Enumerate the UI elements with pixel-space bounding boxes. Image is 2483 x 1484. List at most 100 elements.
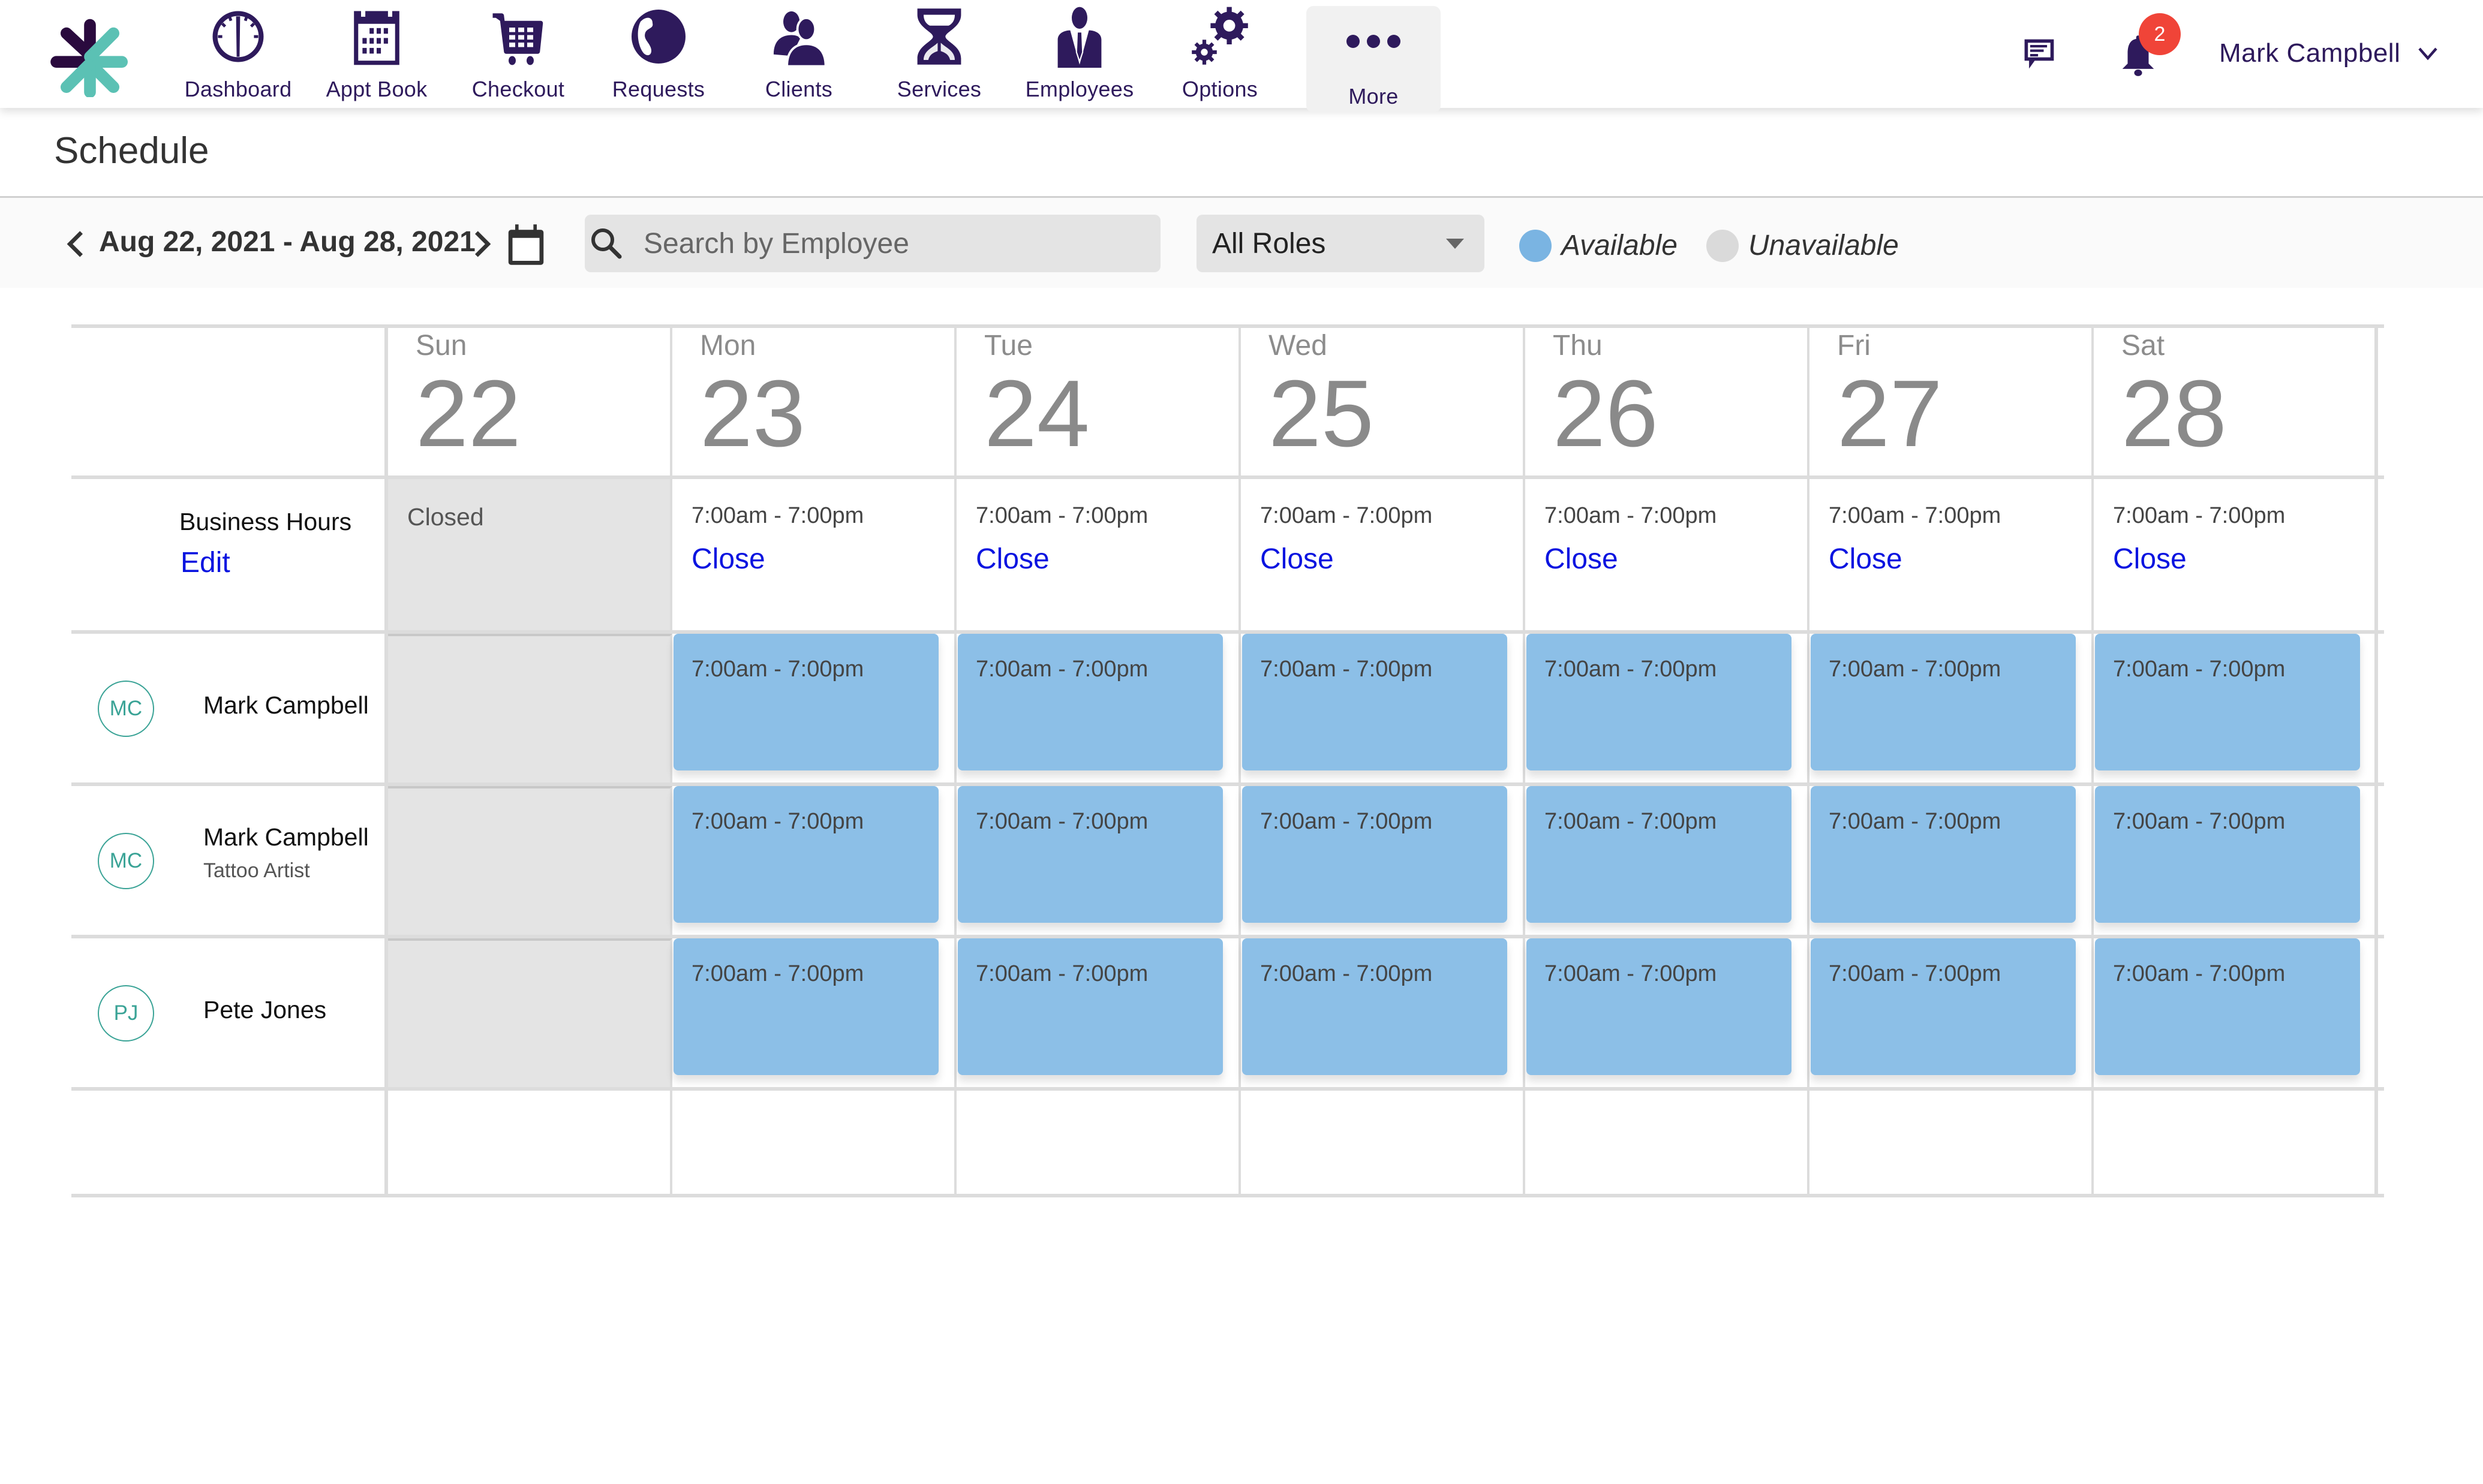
close-day-link[interactable]: Close	[2113, 543, 2187, 576]
roles-dropdown[interactable]: All Roles	[1197, 215, 1484, 272]
shift-block[interactable]: 7:00am - 7:00pm	[1811, 938, 2076, 1075]
day-number: 24	[984, 361, 1090, 466]
day-of-week: Sat	[2121, 330, 2165, 362]
employee-label-cell[interactable]: MC Mark Campbell	[71, 634, 388, 782]
shift-block[interactable]: 7:00am - 7:00pm	[2095, 634, 2360, 770]
user-menu[interactable]: Mark Campbell	[2219, 38, 2440, 68]
shift-cell[interactable]: 7:00am - 7:00pm	[1809, 938, 2094, 1087]
messages-icon[interactable]	[2020, 36, 2058, 72]
nav-label: Employees	[1025, 77, 1134, 101]
business-hours-time: 7:00am - 7:00pm	[1260, 503, 1433, 528]
prev-week-chevron-icon[interactable]	[65, 229, 86, 259]
nav-item-services[interactable]: Services	[873, 0, 1005, 108]
shift-block[interactable]: 7:00am - 7:00pm	[1811, 634, 2076, 770]
business-hours-time: 7:00am - 7:00pm	[1544, 503, 1717, 528]
unavailable-dot-icon	[1706, 229, 1739, 262]
schedule-toolbar: Aug 22, 2021 - Aug 28, 2021 All Roles Av…	[0, 196, 2483, 288]
nav-item-clients[interactable]: Clients	[733, 0, 865, 108]
shift-time: 7:00am - 7:00pm	[2113, 809, 2286, 834]
shift-block[interactable]: 7:00am - 7:00pm	[1242, 938, 1507, 1075]
day-of-week: Fri	[1837, 330, 1871, 362]
shift-cell[interactable]: 7:00am - 7:00pm	[1241, 938, 1525, 1087]
dashboard-gauge-icon	[205, 4, 271, 70]
business-hours-cell: 7:00am - 7:00pm Close	[1525, 479, 1809, 630]
day-number: 26	[1553, 361, 1658, 466]
shift-cell[interactable]: 7:00am - 7:00pm	[1525, 938, 1809, 1087]
shift-block[interactable]: 7:00am - 7:00pm	[958, 786, 1223, 923]
shift-cell[interactable]: 7:00am - 7:00pm	[672, 634, 957, 782]
chevron-down-icon	[2418, 47, 2438, 61]
day-number: 25	[1268, 361, 1374, 466]
shift-cell[interactable]: 7:00am - 7:00pm	[1241, 634, 1525, 782]
close-day-link[interactable]: Close	[692, 543, 765, 576]
date-picker-calendar-icon[interactable]	[505, 223, 547, 266]
close-day-link[interactable]: Close	[1829, 543, 1902, 576]
day-of-week: Thu	[1553, 330, 1603, 362]
nav-item-checkout[interactable]: Checkout	[452, 0, 584, 108]
header-corner	[71, 328, 388, 475]
shift-cell[interactable]: 7:00am - 7:00pm	[1809, 786, 2094, 935]
shift-cell[interactable]: 7:00am - 7:00pm	[957, 938, 1241, 1087]
shift-time: 7:00am - 7:00pm	[2113, 657, 2286, 682]
shift-block[interactable]: 7:00am - 7:00pm	[2095, 786, 2360, 923]
day-of-week: Wed	[1268, 330, 1327, 362]
shift-cell[interactable]: 7:00am - 7:00pm	[672, 938, 957, 1087]
business-hours-time: 7:00am - 7:00pm	[1829, 503, 2001, 528]
nav-label: Services	[897, 77, 982, 101]
shift-block[interactable]: 7:00am - 7:00pm	[1526, 786, 1791, 923]
closed-label: Closed	[407, 503, 484, 531]
shift-block[interactable]: 7:00am - 7:00pm	[674, 786, 939, 923]
shift-block[interactable]: 7:00am - 7:00pm	[674, 938, 939, 1075]
nav-item-options[interactable]: Options	[1154, 0, 1286, 108]
nav-item-dashboard[interactable]: Dashboard	[172, 0, 304, 108]
business-hours-cell: 7:00am - 7:00pm Close	[2094, 479, 2378, 630]
shift-cell[interactable]: 7:00am - 7:00pm	[672, 786, 957, 935]
shift-time: 7:00am - 7:00pm	[692, 961, 864, 986]
edit-business-hours-link[interactable]: Edit	[181, 546, 230, 579]
shift-block[interactable]: 7:00am - 7:00pm	[2095, 938, 2360, 1075]
next-week-chevron-icon[interactable]	[471, 229, 493, 259]
shift-block[interactable]: 7:00am - 7:00pm	[1811, 786, 2076, 923]
shift-block[interactable]: 7:00am - 7:00pm	[958, 938, 1223, 1075]
shift-cell[interactable]: 7:00am - 7:00pm	[957, 786, 1241, 935]
nav-label: Appt Book	[326, 77, 428, 101]
shift-cell[interactable]: 7:00am - 7:00pm	[1241, 786, 1525, 935]
empty-cell	[388, 1091, 672, 1194]
day-header-wed: Wed 25	[1241, 328, 1525, 475]
empty-cell	[2094, 1091, 2378, 1194]
day-header-fri: Fri 27	[1809, 328, 2094, 475]
employee-label-cell[interactable]: MC Mark Campbell Tattoo Artist	[71, 786, 388, 935]
employee-label-cell[interactable]: PJ Pete Jones	[71, 938, 388, 1087]
shift-block[interactable]: 7:00am - 7:00pm	[1242, 786, 1507, 923]
close-day-link[interactable]: Close	[976, 543, 1050, 576]
nav-item-appt-book[interactable]: Appt Book	[311, 0, 443, 108]
shift-block[interactable]: 7:00am - 7:00pm	[674, 634, 939, 770]
business-hours-cell: 7:00am - 7:00pm Close	[957, 479, 1241, 630]
search-input[interactable]	[644, 227, 1135, 260]
hourglass-icon	[906, 4, 972, 70]
shift-cell[interactable]: 7:00am - 7:00pm	[1809, 634, 2094, 782]
nav-item-requests[interactable]: Requests	[593, 0, 725, 108]
employee-search[interactable]	[585, 215, 1161, 272]
nav-label: Requests	[612, 77, 705, 101]
shift-block[interactable]: 7:00am - 7:00pm	[1526, 634, 1791, 770]
nav-label: Dashboard	[184, 77, 292, 101]
nav-label: Options	[1182, 77, 1258, 101]
shift-time: 7:00am - 7:00pm	[692, 809, 864, 834]
brand-logo-icon[interactable]	[48, 13, 132, 97]
shift-cell[interactable]: 7:00am - 7:00pm	[957, 634, 1241, 782]
nav-item-more[interactable]: More	[1306, 6, 1441, 113]
shift-cell[interactable]: 7:00am - 7:00pm	[1525, 634, 1809, 782]
shift-cell[interactable]: 7:00am - 7:00pm	[2094, 938, 2378, 1087]
shift-cell[interactable]: 7:00am - 7:00pm	[2094, 786, 2378, 935]
shift-block[interactable]: 7:00am - 7:00pm	[1526, 938, 1791, 1075]
schedule-grid: Sun 22 Mon 23 Tue 24 Wed 25 Thu 26 Fri 27 Sat 28 Busi…	[71, 324, 2384, 1197]
shift-cell[interactable]: 7:00am - 7:00pm	[1525, 786, 1809, 935]
shift-cell[interactable]: 7:00am - 7:00pm	[2094, 634, 2378, 782]
shift-time: 7:00am - 7:00pm	[976, 657, 1149, 682]
nav-item-employees[interactable]: Employees	[1014, 0, 1146, 108]
shift-block[interactable]: 7:00am - 7:00pm	[1242, 634, 1507, 770]
close-day-link[interactable]: Close	[1544, 543, 1618, 576]
shift-block[interactable]: 7:00am - 7:00pm	[958, 634, 1223, 770]
close-day-link[interactable]: Close	[1260, 543, 1334, 576]
